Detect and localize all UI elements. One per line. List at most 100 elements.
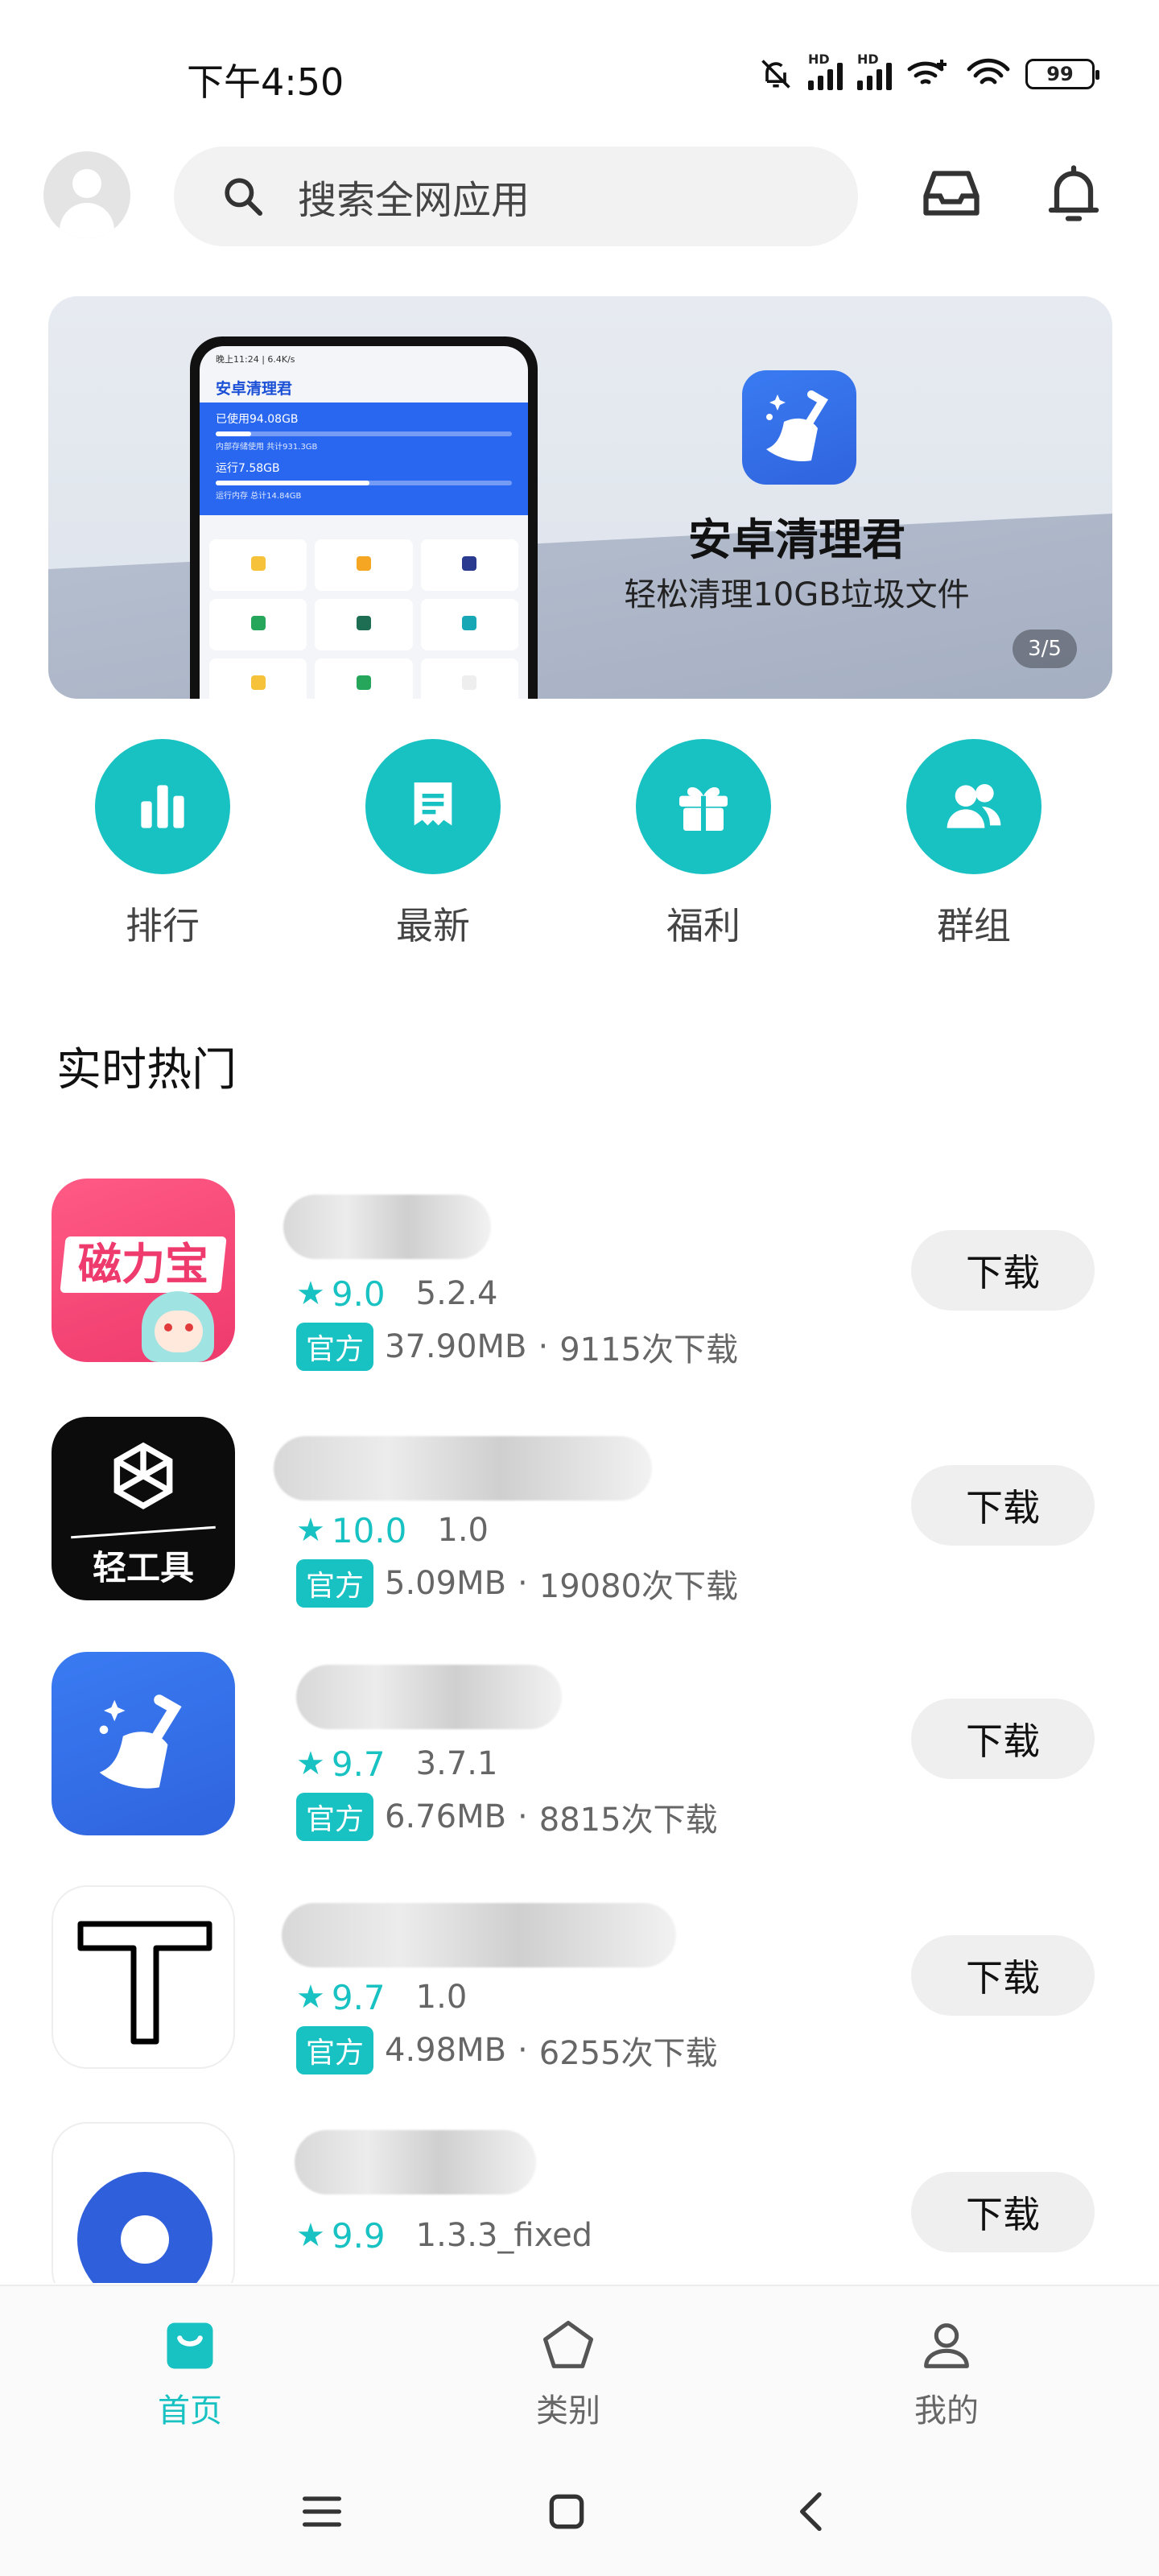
app-version: 3.7.1	[415, 1745, 498, 1782]
app-name-blurred	[295, 2130, 536, 2194]
download-button[interactable]: 下载	[911, 1935, 1095, 2016]
pentagon-icon	[542, 2320, 594, 2368]
app-icon-t	[52, 1885, 235, 2069]
app-downloads: 8815次下载	[538, 1802, 718, 1839]
info-separator: ·	[518, 1798, 528, 1835]
app-size: 5.09MB	[385, 1565, 507, 1602]
bar-chart-icon	[141, 785, 184, 828]
app-size: 6.76MB	[385, 1798, 507, 1835]
app-version: 1.3.3_fixed	[415, 2217, 593, 2254]
top-header: 搜索全网应用	[0, 142, 1159, 250]
quick-nav-groups[interactable]: 群组	[885, 739, 1062, 950]
app-meta: ★ 10.0 1.0 官方 5.09MB · 19080次下载	[296, 1510, 738, 1608]
phone-stats: 已使用94.08GB 内部存储使用 共计931.3GB 运行7.58GB 运行内…	[200, 402, 528, 515]
download-button[interactable]: 下载	[911, 1230, 1095, 1311]
status-icons: HD HD 99	[758, 52, 1099, 92]
quick-nav-latest[interactable]: 最新	[344, 739, 522, 950]
avatar[interactable]	[43, 151, 130, 238]
tab-profile[interactable]: 我的	[866, 2315, 1027, 2431]
app-list-item[interactable]: ★ 9.9 1.3.3_fixed 下载	[0, 2122, 1159, 2283]
star-icon: ★	[296, 1275, 325, 1312]
back-chevron-icon[interactable]	[787, 2486, 839, 2537]
banner-subtitle: 轻松清理10GB垃圾文件	[624, 576, 970, 613]
quick-nav: 排行 最新 福利 群组	[0, 739, 1159, 956]
download-button[interactable]: 下载	[911, 2172, 1095, 2252]
official-badge: 官方	[296, 1323, 374, 1371]
signal-icon-2: HD	[857, 52, 892, 90]
app-icon-cleaner	[52, 1652, 235, 1835]
app-list-item[interactable]: 轻工具 ★ 10.0 1.0 官方 5.09MB · 19080次下载 下载	[0, 1417, 1159, 1610]
tab-label: 首页	[158, 2392, 222, 2429]
banner-page-counter: 3/5	[1013, 630, 1077, 668]
gift-icon	[679, 786, 728, 831]
download-button[interactable]: 下载	[911, 1465, 1095, 1546]
star-icon: ★	[296, 1979, 325, 2016]
tab-home[interactable]: 首页	[109, 2315, 270, 2431]
app-downloads: 9115次下载	[559, 1331, 738, 1368]
official-badge: 官方	[296, 1793, 374, 1841]
section-title-hot: 实时热门	[56, 1044, 237, 1096]
app-version: 1.0	[415, 1979, 468, 2016]
app-name-blurred	[282, 1903, 676, 1967]
app-downloads: 19080次下载	[538, 1568, 738, 1605]
app-rating: 9.7	[331, 1977, 386, 2017]
phone-title: 安卓清理君	[216, 380, 293, 398]
app-list-item[interactable]: ★ 9.7 1.0 官方 4.98MB · 6255次下载 下载	[0, 1885, 1159, 2079]
group-icon	[947, 784, 1001, 828]
home-square-icon[interactable]	[541, 2486, 592, 2537]
star-icon: ★	[296, 2217, 325, 2254]
app-icon-light-tools: 轻工具	[52, 1417, 235, 1600]
download-button[interactable]: 下载	[911, 1699, 1095, 1779]
star-icon: ★	[296, 1512, 325, 1549]
document-icon	[414, 782, 452, 826]
app-rating: 9.9	[331, 2215, 386, 2256]
app-downloads: 6255次下载	[538, 2035, 718, 2072]
search-placeholder: 搜索全网应用	[298, 178, 530, 223]
promo-banner[interactable]: 晚上11:24 | 6.4K/s 安卓清理君 已使用94.08GB 内部存储使用…	[48, 296, 1112, 699]
broom-app-icon	[742, 370, 856, 485]
quick-nav-welfare[interactable]: 福利	[615, 739, 792, 950]
status-time: 下午4:50	[187, 60, 344, 104]
battery-icon: 99	[1025, 59, 1099, 89]
quick-nav-label: 福利	[666, 904, 740, 947]
app-meta: ★ 9.7 3.7.1 官方 6.76MB · 8815次下载	[296, 1744, 718, 1841]
info-separator: ·	[518, 2032, 528, 2069]
status-bar: 下午4:50 HD HD 99	[0, 0, 1159, 137]
official-badge: 官方	[296, 1559, 374, 1608]
phone-status: 晚上11:24 | 6.4K/s	[216, 354, 295, 365]
menu-icon[interactable]	[296, 2486, 348, 2537]
quick-nav-ranking[interactable]: 排行	[74, 739, 251, 950]
app-list-item[interactable]: ★ 9.7 3.7.1 官方 6.76MB · 8815次下载 下载	[0, 1652, 1159, 1845]
search-input[interactable]: 搜索全网应用	[174, 147, 858, 246]
app-size: 37.90MB	[385, 1328, 527, 1365]
app-version: 1.0	[437, 1512, 489, 1549]
search-icon	[225, 178, 263, 217]
quick-nav-label: 群组	[937, 904, 1011, 947]
inbox-icon[interactable]	[918, 159, 985, 227]
info-separator: ·	[538, 1328, 549, 1365]
app-size: 4.98MB	[385, 2032, 507, 2069]
tab-label: 类别	[536, 2392, 600, 2429]
app-name-blurred	[283, 1195, 491, 1259]
tab-category[interactable]: 类别	[488, 2315, 649, 2431]
official-badge: 官方	[296, 2026, 374, 2074]
app-version: 5.2.4	[415, 1275, 498, 1312]
system-nav-bar	[0, 2447, 1159, 2576]
signal-icon-1: HD	[808, 52, 843, 90]
star-icon: ★	[296, 1745, 325, 1782]
app-meta: ★ 9.0 5.2.4 官方 37.90MB · 9115次下载	[296, 1274, 738, 1371]
home-bag-icon	[167, 2322, 213, 2369]
app-rating: 9.7	[331, 1744, 386, 1784]
quick-nav-label: 最新	[396, 904, 470, 947]
quick-nav-label: 排行	[126, 904, 200, 947]
app-name-blurred	[274, 1436, 652, 1501]
info-separator: ·	[518, 1565, 528, 1602]
mute-bell-icon	[761, 60, 790, 89]
app-meta: ★ 9.9 1.3.3_fixed	[296, 2215, 592, 2256]
app-list-item[interactable]: 磁力宝 ★ 9.0 5.2.4 官方 37.90MB · 9115次下载 下载	[0, 1179, 1159, 1372]
wifi-plus-icon	[907, 60, 947, 85]
wifi-icon	[967, 58, 1010, 85]
banner-app-name: 安卓清理君	[688, 514, 905, 565]
bell-icon[interactable]	[1040, 159, 1107, 227]
app-rating: 9.0	[331, 1274, 386, 1314]
